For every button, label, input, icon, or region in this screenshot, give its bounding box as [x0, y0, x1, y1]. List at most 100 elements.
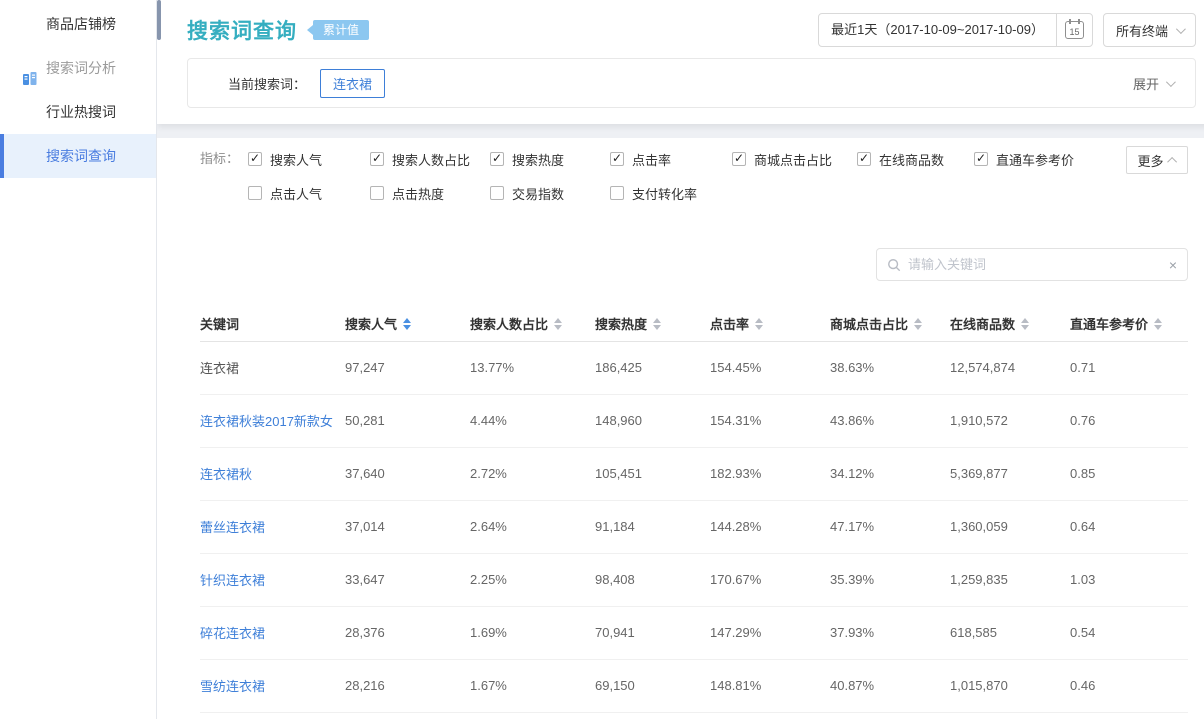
current-term-tag[interactable]: 连衣裙	[320, 69, 385, 98]
indicator-option-label: 直通车参考价	[996, 150, 1074, 169]
indicator-option-label: 商城点击占比	[754, 150, 832, 169]
indicator-option[interactable]: 点击率	[610, 146, 732, 172]
indicator-option[interactable]: 支付转化率	[610, 180, 732, 206]
sort-icon[interactable]	[403, 318, 411, 330]
indicator-label: 指标：	[200, 146, 248, 206]
indicator-option[interactable]: 点击热度	[370, 180, 490, 206]
column-header[interactable]: 直通车参考价	[1070, 307, 1188, 341]
value-cell: 148.81%	[710, 659, 830, 712]
keyword-link[interactable]: 连衣裙秋	[200, 467, 252, 482]
checkbox-icon[interactable]	[610, 152, 624, 166]
checkbox-icon[interactable]	[248, 152, 262, 166]
keyword-cell: 雪纺连衣裙	[200, 659, 345, 712]
indicator-option-label: 搜索人数占比	[392, 150, 470, 169]
indicator-filter: 指标： 搜索人气 搜索人数占比 搜索热度点击率 商城点击占比 在线商品数 直通车参考价点击…	[200, 146, 1188, 206]
checkbox-icon[interactable]	[370, 186, 384, 200]
value-cell: 40.87%	[830, 659, 950, 712]
sort-icon[interactable]	[1021, 318, 1029, 330]
sidebar-item-label: 商品店铺榜	[46, 16, 116, 32]
column-header-inner: 在线商品数	[950, 314, 1029, 333]
column-header[interactable]: 搜索人气	[345, 307, 470, 341]
indicator-option[interactable]: 交易指数	[490, 180, 610, 206]
value-cell: 33,647	[345, 553, 470, 606]
search-row: ×	[200, 248, 1188, 281]
column-header[interactable]: 商城点击占比	[830, 307, 950, 341]
sort-icon[interactable]	[914, 318, 922, 330]
column-header-label: 搜索人数占比	[470, 314, 548, 333]
checkbox-icon[interactable]	[732, 152, 746, 166]
column-header[interactable]: 在线商品数	[950, 307, 1070, 341]
column-header-label: 关键词	[200, 314, 239, 333]
content-panel: 指标： 搜索人气搜索人数占比搜索热度点击率商城点击占比在线商品数直通车参考价点击…	[157, 138, 1204, 719]
keyword-cell: 蕾丝连衣裙	[200, 500, 345, 553]
chevron-down-icon	[1166, 77, 1176, 87]
sidebar-scrollbar-thumb[interactable]	[157, 0, 161, 40]
sidebar-item[interactable]: 搜索词分析	[0, 46, 156, 90]
sort-icon[interactable]	[1154, 318, 1162, 330]
terminal-select-value: 所有终端	[1116, 21, 1168, 40]
table-row: 针织连衣裙33,6472.25%98,408170.67%35.39%1,259…	[200, 553, 1188, 606]
indicator-option[interactable]: 搜索热度	[490, 146, 610, 172]
sort-icon[interactable]	[755, 318, 763, 330]
column-header[interactable]: 搜索热度	[595, 307, 710, 341]
sidebar-item-label: 搜索词分析	[46, 60, 116, 76]
indicator-option[interactable]: 商城点击占比	[732, 146, 857, 172]
column-header-label: 点击率	[710, 314, 749, 333]
date-range-picker[interactable]: 最近1天（2017-10-09~2017-10-09） 15	[818, 13, 1093, 47]
value-cell: 2.25%	[470, 553, 595, 606]
keyword-link[interactable]: 连衣裙秋装2017新款女	[200, 414, 333, 429]
main-area: 搜索词查询 累计值 最近1天（2017-10-09~2017-10-09） 15…	[157, 0, 1204, 719]
keyword-link[interactable]: 碎花连衣裙	[200, 626, 265, 641]
sidebar-item[interactable]: 搜索词查询	[0, 134, 156, 178]
column-header-inner: 点击率	[710, 314, 763, 333]
indicator-option-label: 交易指数	[512, 184, 564, 203]
indicator-option[interactable]: 在线商品数	[857, 146, 974, 172]
indicator-option[interactable]: 点击人气	[248, 180, 370, 206]
checkbox-icon[interactable]	[974, 152, 988, 166]
value-cell: 105,451	[595, 447, 710, 500]
table-header-row: 关键词 搜索人气搜索人数占比 搜索热度点击率 商城点击占比在线商品数 直通车参考价	[200, 307, 1188, 341]
checkbox-icon[interactable]	[370, 152, 384, 166]
value-cell: 182.93%	[710, 447, 830, 500]
sort-icon[interactable]	[653, 318, 661, 330]
cumulative-value-badge: 累计值	[313, 20, 369, 40]
value-cell: 1.67%	[470, 659, 595, 712]
sidebar-item[interactable]: 行业热搜词	[0, 90, 156, 134]
value-cell: 2.72%	[470, 447, 595, 500]
calendar-button[interactable]: 15	[1056, 14, 1092, 46]
indicator-option[interactable]: 直通车参考价	[974, 146, 1074, 172]
checkbox-icon[interactable]	[610, 186, 624, 200]
checkbox-icon[interactable]	[857, 152, 871, 166]
indicator-option-label: 点击人气	[270, 184, 322, 203]
checkbox-icon[interactable]	[490, 152, 504, 166]
column-header[interactable]: 搜索人数占比	[470, 307, 595, 341]
keyword-cell: 针织连衣裙	[200, 553, 345, 606]
clear-icon[interactable]: ×	[1169, 258, 1177, 272]
checkbox-icon[interactable]	[248, 186, 262, 200]
date-range-text: 最近1天（2017-10-09~2017-10-09）	[819, 14, 1056, 46]
sidebar-item-label: 行业热搜词	[46, 104, 116, 120]
checkbox-icon[interactable]	[490, 186, 504, 200]
value-cell: 154.31%	[710, 394, 830, 447]
sidebar-item[interactable]: 商品店铺榜	[0, 2, 156, 46]
current-term-label: 当前搜索词：	[228, 74, 306, 93]
keyword-link[interactable]: 雪纺连衣裙	[200, 679, 265, 694]
page-title: 搜索词查询	[187, 15, 297, 45]
indicator-option-label: 在线商品数	[879, 150, 944, 169]
indicator-option[interactable]: 搜索人气	[248, 146, 370, 172]
table-row: 碎花连衣裙28,3761.69%70,941147.29%37.93%618,5…	[200, 606, 1188, 659]
page-header: 搜索词查询 累计值 最近1天（2017-10-09~2017-10-09） 15…	[157, 0, 1204, 124]
keyword-link[interactable]: 针织连衣裙	[200, 573, 265, 588]
column-header[interactable]: 点击率	[710, 307, 830, 341]
keyword-link[interactable]: 蕾丝连衣裙	[200, 520, 265, 535]
terminal-select[interactable]: 所有终端	[1103, 13, 1196, 47]
sort-icon[interactable]	[554, 318, 562, 330]
keyword-search-input[interactable]	[908, 257, 1162, 272]
value-cell: 154.45%	[710, 341, 830, 394]
expand-toggle[interactable]: 展开	[1133, 74, 1173, 93]
keyword-search: ×	[876, 248, 1188, 281]
value-cell: 1,360,059	[950, 500, 1070, 553]
keyword-cell: 连衣裙秋	[200, 447, 345, 500]
indicator-option[interactable]: 搜索人数占比	[370, 146, 490, 172]
more-button[interactable]: 更多	[1126, 146, 1188, 174]
